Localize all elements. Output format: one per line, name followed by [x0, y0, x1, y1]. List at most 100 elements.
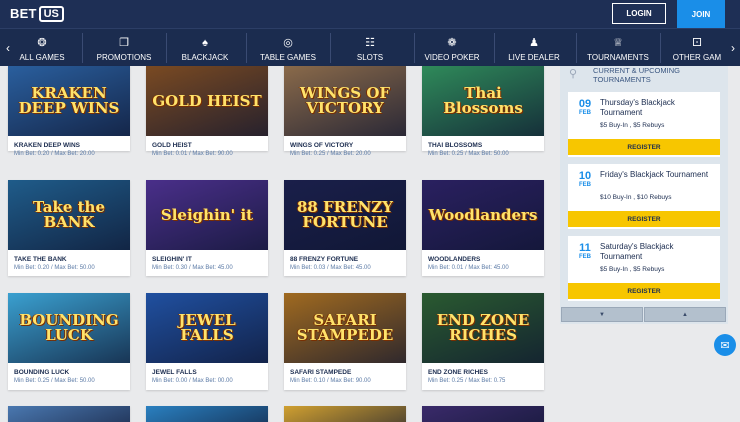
nav-item-slots[interactable]: ☷ SLOTS: [348, 29, 392, 67]
carousel-down-button[interactable]: ▼: [561, 307, 643, 322]
game-card[interactable]: JEWEL FALLS JEWEL FALLS Min Bet: 0.00 / Ma…: [146, 293, 268, 390]
login-button[interactable]: LOGIN: [612, 3, 666, 24]
chevron-up-icon: ▲: [682, 311, 688, 318]
game-name: BOUNDING LUCK: [14, 369, 70, 376]
game-name: SLEIGHIN' IT: [152, 256, 192, 263]
game-thumbnail[interactable]: 88 FRENZY FORTUNE: [284, 180, 406, 250]
betus-logo[interactable]: BET US: [10, 5, 64, 22]
tournament-month: FEB: [579, 110, 591, 116]
game-bet-range: Min Bet: 0.25 / Max Bet: 50.00: [14, 378, 95, 384]
chat-icon[interactable]: ✉: [714, 334, 736, 356]
game-card[interactable]: 88 FRENZY FORTUNE 88 FRENZY FORTUNE Min Be…: [284, 180, 406, 276]
logo-box: US: [38, 5, 64, 22]
game-bet-range: Min Bet: 0.10 / Max Bet: 90.00: [290, 378, 371, 384]
game-thumbnail[interactable]: Take the BANK: [8, 180, 130, 250]
game-art-title: WINGS OF VICTORY: [299, 84, 391, 117]
nav-item-video-poker[interactable]: ❁ VIDEO POKER: [422, 29, 482, 67]
game-thumbnail[interactable]: SAFARI STAMPEDE: [284, 293, 406, 363]
game-thumbnail[interactable]: END ZONE RICHES: [422, 293, 544, 363]
game-thumbnail[interactable]: Sleighin' it: [146, 180, 268, 250]
tournament-month: FEB: [579, 182, 591, 188]
game-card[interactable]: [8, 406, 130, 422]
trophy-icon: ♕: [613, 37, 623, 49]
game-name: 88 FRENZY FORTUNE: [290, 256, 359, 263]
nav-right-arrow-icon[interactable]: ›: [731, 41, 735, 55]
poker-chip-icon: ❂: [37, 37, 47, 49]
game-bet-range: Min Bet: 0.25 / Max Bet: 20.00: [290, 151, 371, 157]
game-thumbnail[interactable]: JEWEL FALLS: [146, 293, 268, 363]
tournament-date: 10 FEB: [575, 170, 595, 189]
slot-machine-icon: ☷: [365, 37, 375, 49]
game-thumbnail[interactable]: BOUNDING LUCK: [8, 293, 130, 363]
game-art-title: JEWEL FALLS: [178, 311, 236, 344]
game-thumbnail[interactable]: Thai Blossoms: [422, 66, 544, 136]
game-card[interactable]: Take the BANK TAKE THE BANK Min Bet: 0.20 …: [8, 180, 130, 276]
nav-item-label: ALL GAMES: [19, 53, 65, 62]
nav-item-table-games[interactable]: ◎ TABLE GAMES: [256, 29, 320, 67]
game-thumbnail[interactable]: [8, 406, 130, 422]
game-card[interactable]: BOUNDING LUCK BOUNDING LUCK Min Bet: 0.25 …: [8, 293, 130, 390]
game-thumbnail[interactable]: [146, 406, 268, 422]
tournament-buyin: $5 Buy-In , $5 Rebuys: [600, 266, 665, 273]
game-art-title: KRAKEN DEEP WINS: [18, 84, 120, 117]
tournament-date: 09 FEB: [575, 99, 595, 117]
nav-item-label: PROMOTIONS: [96, 53, 152, 62]
game-card[interactable]: Sleighin' it SLEIGHIN' IT Min Bet: 0.30 / …: [146, 180, 268, 276]
game-name: GOLD HEIST: [152, 142, 192, 149]
game-card[interactable]: [422, 406, 544, 422]
game-card[interactable]: [146, 406, 268, 422]
game-name: WOODLANDERS: [428, 256, 481, 263]
chevron-down-icon: ▼: [599, 311, 605, 318]
nav-item-label: VIDEO POKER: [424, 53, 480, 62]
game-name: END ZONE RICHES: [428, 369, 488, 376]
nav-item-label: BLACKJACK: [181, 53, 229, 62]
nav-left-arrow-icon[interactable]: ‹: [6, 41, 10, 55]
tournament-month: FEB: [579, 254, 591, 260]
tournament-day: 10: [578, 170, 592, 182]
tournament-card[interactable]: 11 FEB Saturday's Blackjack Tournament $…: [568, 236, 720, 301]
nav-item-label: LIVE DEALER: [508, 53, 560, 62]
tournament-date: 11 FEB: [575, 242, 595, 261]
roulette-icon: ◎: [283, 37, 293, 49]
nav-item-tournaments[interactable]: ♕ TOURNAMENTS: [586, 29, 650, 67]
game-thumbnail[interactable]: Woodlanders: [422, 180, 544, 250]
carousel-up-button[interactable]: ▲: [644, 307, 726, 322]
game-card[interactable]: KRAKEN DEEP WINS KRAKEN DEEP WINS Min Bet:…: [8, 66, 130, 157]
game-card[interactable]: SAFARI STAMPEDE SAFARI STAMPEDE Min Bet: 0…: [284, 293, 406, 390]
game-thumbnail[interactable]: [422, 406, 544, 422]
game-card[interactable]: GOLD HEIST GOLD HEIST Min Bet: 0.01 / Max …: [146, 66, 268, 157]
nav-item-live-dealer[interactable]: ♟ LIVE DEALER: [506, 29, 562, 67]
trophy-icon: ⚲: [569, 68, 578, 80]
nav-item-other-games[interactable]: ⚀ OTHER GAM: [668, 29, 726, 67]
tournament-day: 11: [579, 242, 591, 254]
game-card[interactable]: END ZONE RICHES END ZONE RICHES Min Bet: 0…: [422, 293, 544, 390]
sidebar-title: CURRENT & UPCOMING TOURNAMENTS: [593, 66, 680, 84]
chip-icon: ❁: [447, 37, 457, 49]
tournament-name: Thursday's Blackjack Tournament: [600, 98, 675, 117]
register-button[interactable]: REGISTER: [568, 139, 720, 155]
game-thumbnail[interactable]: [284, 406, 406, 422]
tournament-card[interactable]: 09 FEB Thursday's Blackjack Tournament $…: [568, 92, 720, 157]
game-name: KRAKEN DEEP WINS: [14, 142, 80, 149]
game-card[interactable]: WINGS OF VICTORY WINGS OF VICTORY Min Bet:…: [284, 66, 406, 157]
game-name: TAKE THE BANK: [14, 256, 67, 263]
nav-item-label: TABLE GAMES: [260, 53, 316, 62]
game-art-title: BOUNDING LUCK: [19, 311, 119, 344]
nav-item-all-games[interactable]: ❂ ALL GAMES: [14, 29, 70, 67]
game-card[interactable]: [284, 406, 406, 422]
register-button[interactable]: REGISTER: [568, 283, 720, 299]
game-thumbnail[interactable]: GOLD HEIST: [146, 66, 268, 136]
game-card[interactable]: Thai Blossoms THAI BLOSSOMS Min Bet: 0.25 …: [422, 66, 544, 157]
game-thumbnail[interactable]: WINGS OF VICTORY: [284, 66, 406, 136]
register-button[interactable]: REGISTER: [568, 211, 720, 227]
game-art-title: Take the BANK: [33, 198, 105, 231]
nav-item-blackjack[interactable]: ♠ BLACKJACK: [176, 29, 234, 67]
game-thumbnail[interactable]: KRAKEN DEEP WINS: [8, 66, 130, 136]
game-bet-range: Min Bet: 0.01 / Max Bet: 45.00: [428, 265, 509, 271]
tournament-name: Saturday's Blackjack Tournament: [600, 242, 674, 261]
nav-item-promotions[interactable]: ❐ PROMOTIONS: [90, 29, 158, 67]
game-card[interactable]: Woodlanders WOODLANDERS Min Bet: 0.01 / Ma…: [422, 180, 544, 276]
join-button[interactable]: JOIN: [677, 0, 725, 28]
nav-item-label: OTHER GAM: [672, 53, 722, 62]
tournament-card[interactable]: 10 FEB Friday's Blackjack Tournament $10…: [568, 164, 720, 229]
